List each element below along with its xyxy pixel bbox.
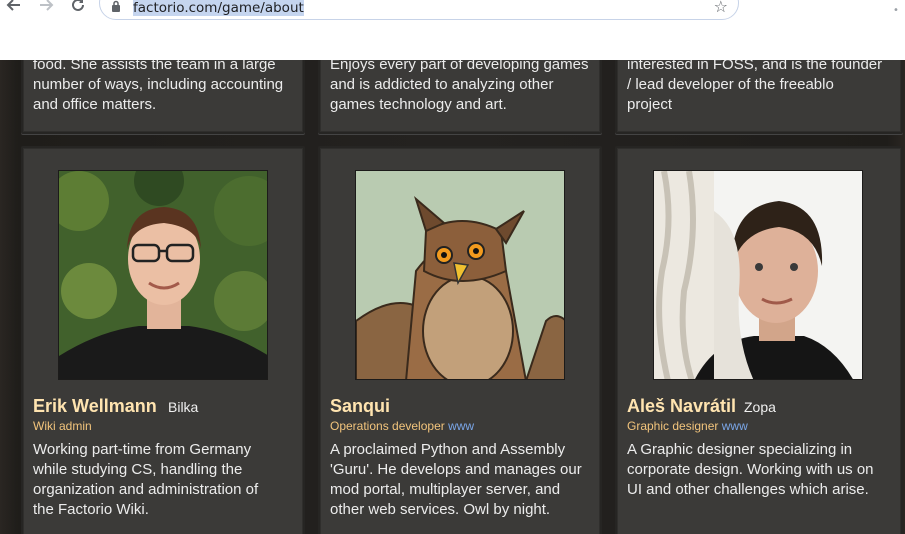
member-role: Graphic designer www — [627, 419, 748, 433]
lock-icon — [112, 0, 120, 12]
member-name: Sanqui — [330, 396, 391, 416]
member-name: Aleš Navrátil — [627, 396, 737, 416]
avatar — [653, 170, 863, 380]
bio-text: Working part-time from Germany while stud… — [33, 441, 259, 518]
page-content: food. She assists the team in a large num… — [0, 60, 905, 534]
bio-text: A Graphic designer specializing in corpor… — [627, 441, 874, 498]
forward-button[interactable] — [35, 0, 57, 19]
arrow-right-icon — [40, 0, 54, 11]
team-card-sanqui: Sanqui Operations developer www A procla… — [318, 146, 602, 534]
bio-text: Enjoys every part of developing games and… — [330, 60, 589, 113]
address-bar[interactable]: factorio.com/game/about ☆ — [99, 0, 739, 20]
member-role: Wiki admin — [33, 419, 92, 433]
bio-text: A proclaimed Python and Assembly 'Guru'. … — [330, 441, 582, 518]
team-card: interested in FOSS, and is the founder / … — [615, 60, 903, 134]
menu-dot[interactable]: • — [893, 5, 899, 16]
team-card-erik: Erik Wellmann Bilka Wiki admin Working p… — [21, 146, 305, 534]
browser-toolbar: factorio.com/game/about ☆ • — [0, 0, 905, 60]
member-nick: Zopa — [744, 399, 776, 415]
avatar — [58, 170, 268, 380]
back-button[interactable] — [3, 0, 25, 19]
reload-icon — [72, 0, 84, 11]
bio-text: interested in FOSS, and is the founder / … — [627, 60, 883, 113]
url-text[interactable]: factorio.com/game/about — [133, 0, 304, 16]
www-link[interactable]: www — [722, 419, 748, 433]
team-card-ales: Aleš Navrátil Zopa Graphic designer www … — [615, 146, 903, 534]
bio-text: food. She assists the team in a large num… — [33, 60, 284, 113]
member-role: Operations developer www — [330, 419, 475, 433]
arrow-left-icon — [6, 0, 20, 11]
member-nick: Bilka — [168, 399, 199, 415]
team-card: Enjoys every part of developing games and… — [318, 60, 602, 134]
reload-button[interactable] — [67, 0, 89, 19]
member-name: Erik Wellmann — [33, 396, 157, 416]
star-icon[interactable]: ☆ — [714, 0, 728, 16]
team-card: food. She assists the team in a large num… — [21, 60, 305, 134]
avatar — [355, 170, 565, 380]
www-link[interactable]: www — [448, 419, 474, 433]
